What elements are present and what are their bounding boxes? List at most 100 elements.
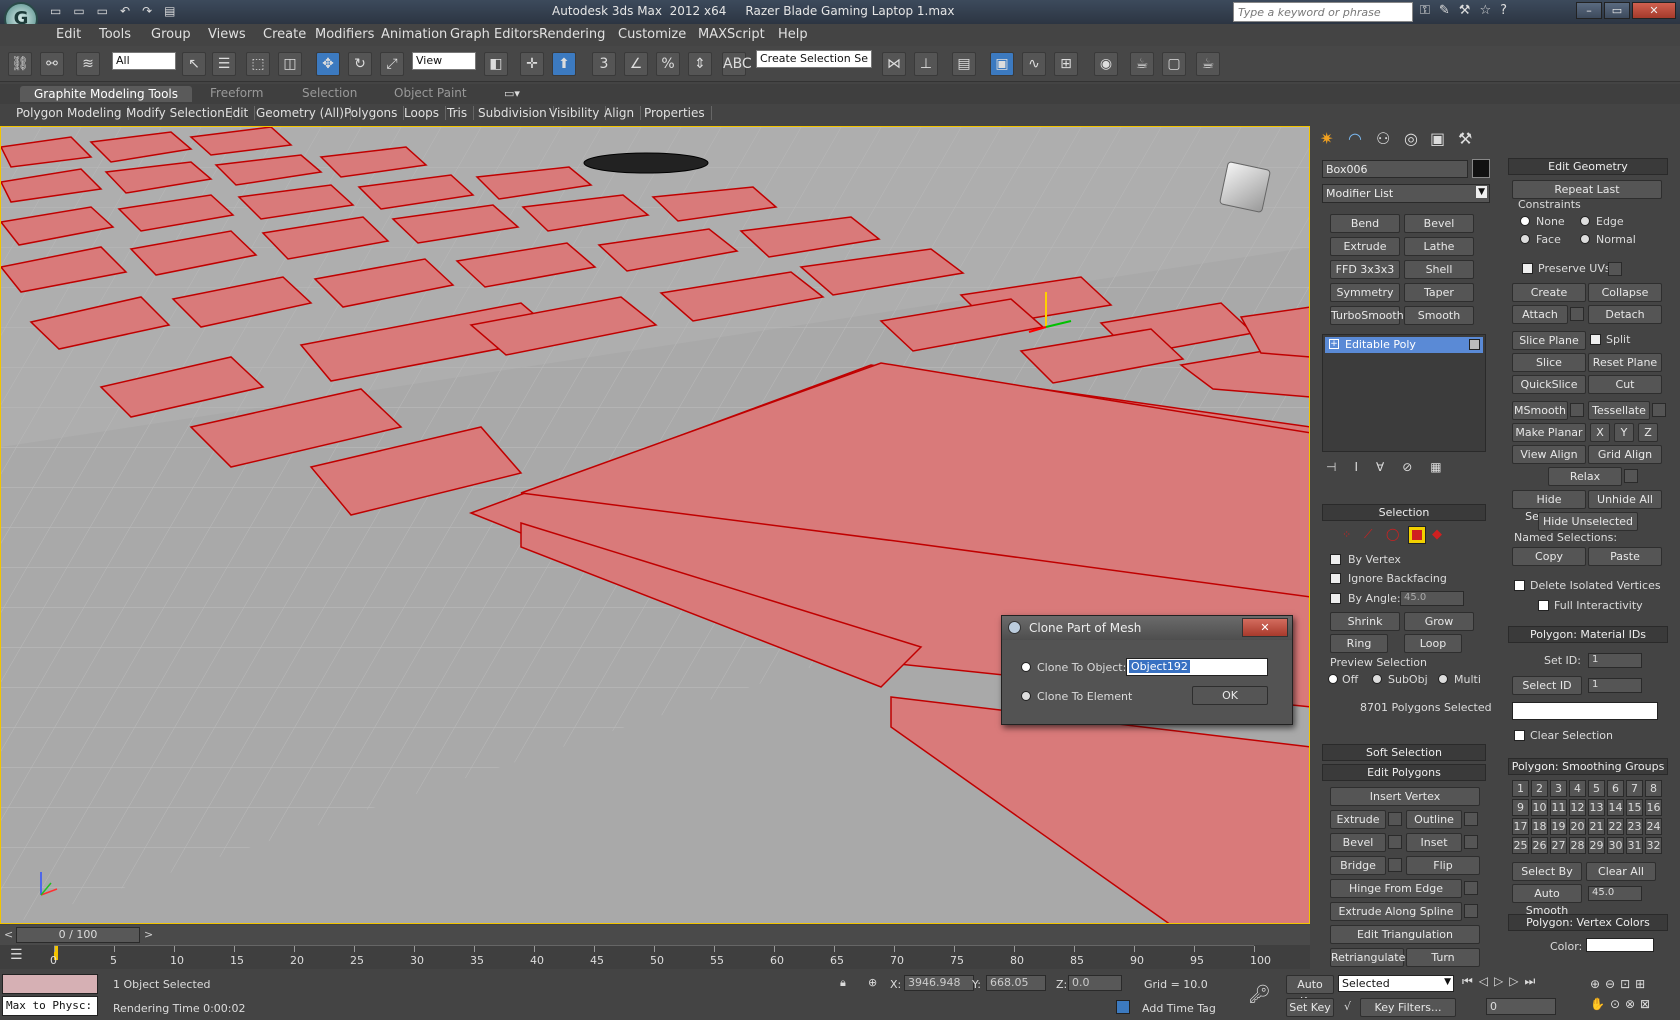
- repeat-last-button[interactable]: Repeat Last: [1512, 180, 1662, 199]
- stack-item-editable-poly[interactable]: + Editable Poly: [1325, 337, 1483, 353]
- rotate-icon[interactable]: ↻: [348, 52, 372, 76]
- hierarchy-tab-icon[interactable]: ⚇: [1376, 129, 1390, 148]
- ribbon-modify-selection[interactable]: Modify Selection: [126, 106, 232, 120]
- relax-button[interactable]: Relax: [1548, 467, 1622, 486]
- set-key-icon[interactable]: 🔑︎: [1248, 984, 1271, 1005]
- slice-button[interactable]: Slice: [1512, 353, 1586, 372]
- cut-button[interactable]: Cut: [1588, 375, 1662, 394]
- vertex-colors-rollout-header[interactable]: Polygon: Vertex Colors: [1508, 914, 1668, 931]
- edit-triangulation-button[interactable]: Edit Triangulation: [1330, 925, 1480, 944]
- smoothing-group-button[interactable]: 17: [1512, 818, 1529, 835]
- shell-button[interactable]: Shell: [1404, 260, 1474, 279]
- y-button[interactable]: Y: [1614, 423, 1634, 442]
- menu-rendering[interactable]: Rendering: [539, 27, 605, 42]
- taper-button[interactable]: Taper: [1404, 283, 1474, 302]
- extrude-settings-icon[interactable]: [1388, 812, 1402, 826]
- clear-selection-checkbox[interactable]: [1514, 730, 1525, 741]
- bridge-settings-icon[interactable]: [1388, 858, 1402, 872]
- smoothing-group-button[interactable]: 10: [1531, 799, 1548, 816]
- msmooth-button[interactable]: MSmooth: [1512, 401, 1568, 420]
- detach-button[interactable]: Detach: [1588, 305, 1662, 324]
- clone-to-object-radio[interactable]: [1021, 662, 1031, 672]
- smoothing-group-button[interactable]: 5: [1588, 780, 1605, 797]
- smoothing-group-button[interactable]: 11: [1550, 799, 1567, 816]
- copy-button[interactable]: Copy: [1512, 547, 1586, 566]
- select-id-button[interactable]: Select ID: [1512, 676, 1582, 695]
- display-tab-icon[interactable]: ▣: [1430, 129, 1445, 148]
- smoothing-group-button[interactable]: 30: [1607, 837, 1624, 854]
- outline-button[interactable]: Outline: [1406, 810, 1462, 829]
- loop-button[interactable]: Loop: [1404, 634, 1462, 653]
- extrude-spline-settings-icon[interactable]: [1464, 904, 1478, 918]
- track-bar[interactable]: ☰ 0 5 10 15 20 25 30 35 40 45 50 55 60 65 70 75 80 85 90 95…: [0, 945, 1310, 969]
- tessellate-button[interactable]: Tessellate: [1588, 401, 1650, 420]
- set-key-button[interactable]: Set Key: [1286, 998, 1334, 1017]
- delete-isolated-checkbox[interactable]: [1514, 580, 1525, 591]
- move-icon[interactable]: ✥: [316, 52, 340, 76]
- motion-tab-icon[interactable]: ◎: [1404, 129, 1418, 148]
- reset-plane-button[interactable]: Reset Plane: [1588, 353, 1662, 372]
- smoothing-group-button[interactable]: 31: [1626, 837, 1643, 854]
- smoothing-group-button[interactable]: 26: [1531, 837, 1548, 854]
- collapse-button[interactable]: Collapse: [1588, 283, 1662, 302]
- menu-customize[interactable]: Customize: [618, 27, 686, 42]
- object-color-swatch[interactable]: [1472, 159, 1490, 178]
- menu-edit[interactable]: Edit: [56, 27, 81, 42]
- ribbon-edit[interactable]: Edit: [225, 106, 256, 120]
- select-by-name-icon[interactable]: ☰: [212, 52, 236, 76]
- smoothing-group-button[interactable]: 3: [1550, 780, 1567, 797]
- quick-access-icons[interactable]: ▭▭▭↶↷▤: [50, 4, 220, 20]
- z-button[interactable]: Z: [1638, 423, 1658, 442]
- stack-toggle-icon[interactable]: [1469, 339, 1480, 350]
- bevel-settings-icon[interactable]: [1388, 835, 1402, 849]
- tab-graphite[interactable]: Graphite Modeling Tools: [20, 86, 193, 102]
- smoothing-group-button[interactable]: 25: [1512, 837, 1529, 854]
- smoothing-group-button[interactable]: 12: [1569, 799, 1586, 816]
- ribbon-options-icon[interactable]: ▭▾: [504, 87, 520, 100]
- smoothing-group-button[interactable]: 19: [1550, 818, 1567, 835]
- ignore-backfacing-checkbox[interactable]: [1330, 573, 1341, 584]
- polygon-mode-icon[interactable]: [1408, 526, 1426, 544]
- grid-align-button[interactable]: Grid Align: [1588, 445, 1662, 464]
- slice-plane-button[interactable]: Slice Plane: [1512, 331, 1586, 350]
- hide-selected-button[interactable]: Hide Selected: [1512, 490, 1586, 523]
- tab-selection[interactable]: Selection: [302, 86, 357, 100]
- menu-modifiers[interactable]: Modifiers: [315, 27, 374, 42]
- bridge-button[interactable]: Bridge: [1330, 856, 1386, 875]
- lathe-button[interactable]: Lathe: [1404, 237, 1474, 256]
- smoothing-group-button[interactable]: 32: [1645, 837, 1662, 854]
- constraint-normal-radio[interactable]: [1580, 234, 1590, 244]
- rect-selection-icon[interactable]: ⬚: [246, 52, 270, 76]
- preserve-uvs-checkbox[interactable]: [1522, 263, 1533, 274]
- view-align-button[interactable]: View Align: [1512, 445, 1586, 464]
- smoothing-group-button[interactable]: 14: [1607, 799, 1624, 816]
- search-input[interactable]: Type a keyword or phrase: [1233, 2, 1413, 22]
- extrude-mod-button[interactable]: Extrude: [1330, 237, 1400, 256]
- menu-graph-editors[interactable]: Graph Editors: [450, 27, 539, 42]
- graphite-toggle-icon[interactable]: ▣: [990, 52, 1014, 76]
- add-time-tag[interactable]: Add Time Tag: [1142, 1002, 1216, 1015]
- inset-button[interactable]: Inset: [1406, 833, 1462, 852]
- smoothing-group-button[interactable]: 18: [1531, 818, 1548, 835]
- symmetry-button[interactable]: Symmetry: [1330, 283, 1400, 302]
- bind-spacewarp-icon[interactable]: ≋: [76, 52, 100, 76]
- material-editor-icon[interactable]: ◉: [1094, 52, 1118, 76]
- quickslice-button[interactable]: QuickSlice: [1512, 375, 1586, 394]
- menu-maxscript[interactable]: MAXScript: [698, 27, 765, 42]
- full-interactivity-checkbox[interactable]: [1538, 600, 1549, 611]
- smooth-button[interactable]: Smooth: [1404, 306, 1474, 325]
- tab-object-paint[interactable]: Object Paint: [394, 86, 467, 100]
- pivot-icon[interactable]: ◧: [484, 52, 508, 76]
- object-name-field[interactable]: Box006: [1322, 160, 1468, 178]
- select-manipulate-icon[interactable]: ✛: [520, 52, 544, 76]
- bend-button[interactable]: Bend: [1330, 214, 1400, 233]
- bevel-poly-button[interactable]: Bevel: [1330, 833, 1386, 852]
- smoothing-group-button[interactable]: 22: [1607, 818, 1624, 835]
- edge-mode-icon[interactable]: ⟋: [1364, 527, 1372, 542]
- clone-to-element-radio[interactable]: [1021, 691, 1031, 701]
- turn-button[interactable]: Turn: [1406, 948, 1480, 967]
- time-slider-thumb[interactable]: 0 / 100: [16, 927, 140, 943]
- smoothing-group-button[interactable]: 23: [1626, 818, 1643, 835]
- scale-icon[interactable]: ⤢: [380, 52, 404, 76]
- auto-key-button[interactable]: Auto Key: [1286, 975, 1334, 1008]
